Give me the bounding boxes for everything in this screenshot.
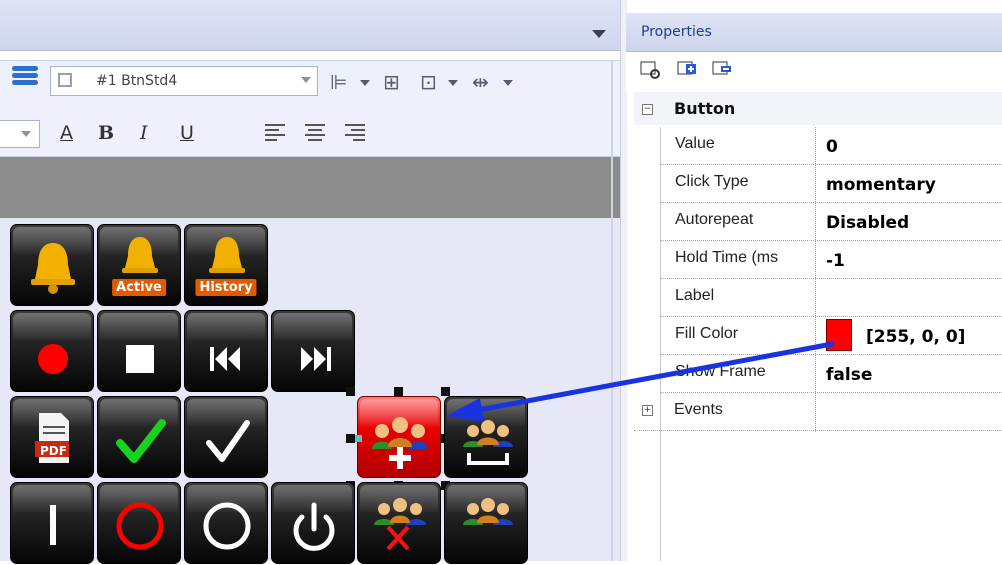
annotation-arrow xyxy=(446,341,835,422)
